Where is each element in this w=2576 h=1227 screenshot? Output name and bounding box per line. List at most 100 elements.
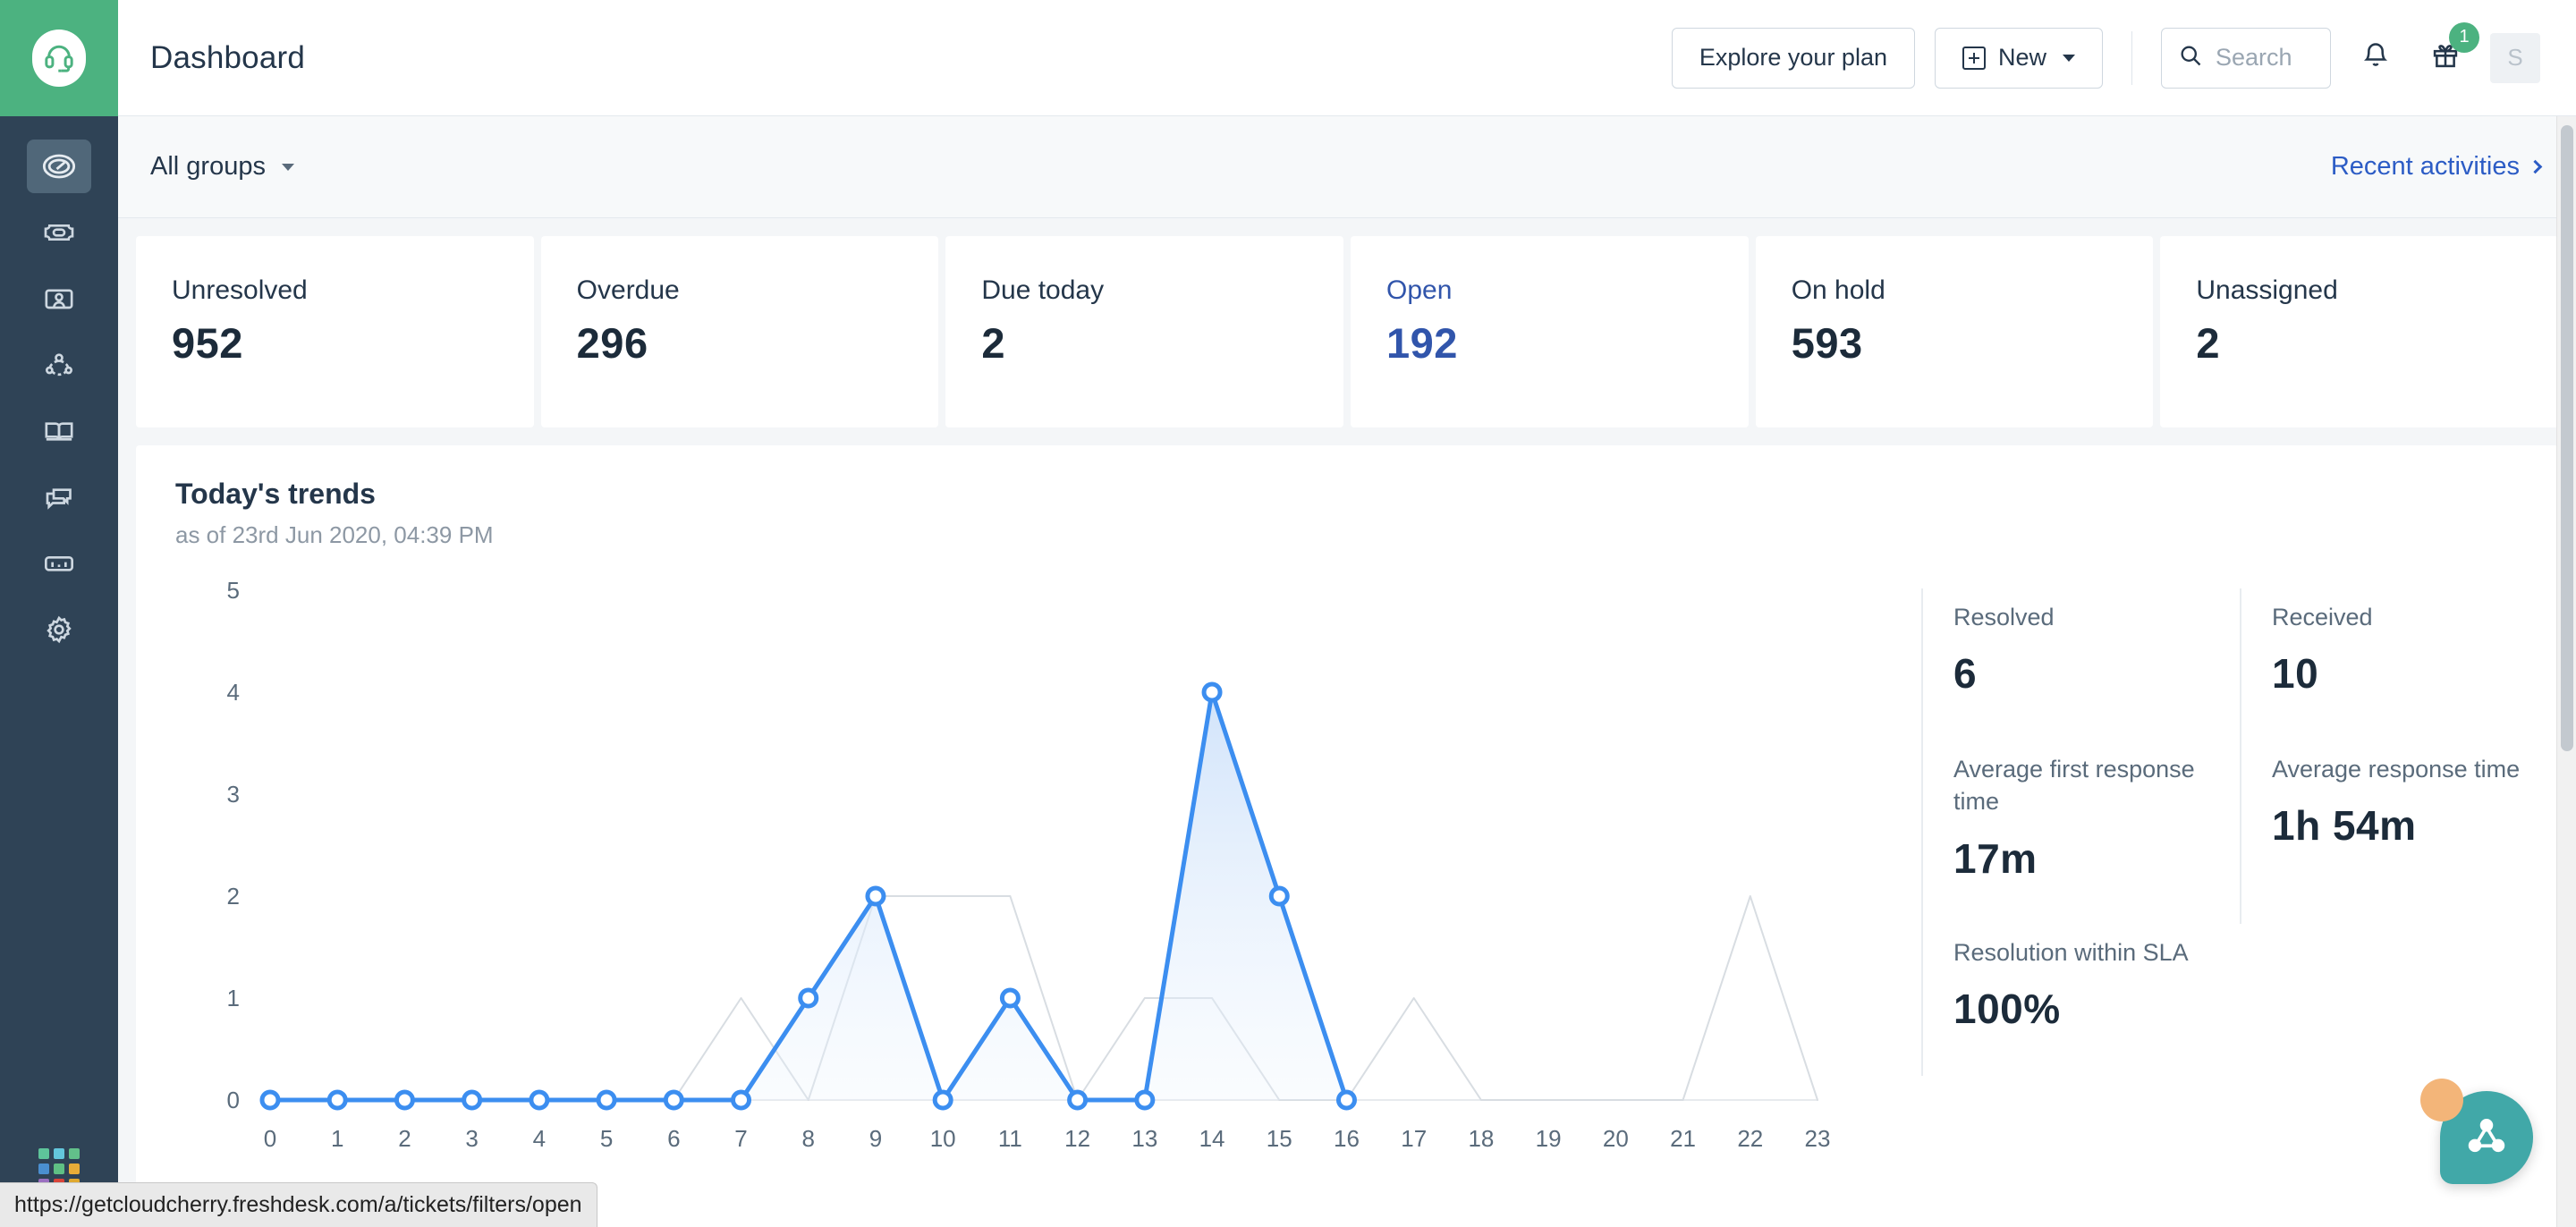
sidebar-item-dashboard[interactable] <box>27 140 91 193</box>
book-icon <box>41 413 77 449</box>
page-title: Dashboard <box>150 39 306 75</box>
recent-activities-link[interactable]: Recent activities <box>2331 152 2543 182</box>
explore-plan-button[interactable]: Explore your plan <box>1671 27 1915 89</box>
groups-filter-dropdown[interactable]: All groups <box>150 152 294 182</box>
sidebar-item-contacts[interactable] <box>27 272 91 326</box>
panel-header: Today's trends as of 23rd Jun 2020, 04:3… <box>136 478 2558 549</box>
chart-data-point[interactable] <box>932 1089 953 1111</box>
chart-x-tick-label: 6 <box>667 1125 680 1152</box>
sidebar-item-solutions[interactable] <box>27 404 91 458</box>
chart-x-tick-label: 18 <box>1468 1125 1494 1152</box>
search-icon <box>2178 43 2203 72</box>
freshworks-help-widget[interactable] <box>2420 1079 2533 1184</box>
chart-data-point[interactable] <box>1335 1089 1357 1111</box>
chart-x-tick-label: 23 <box>1805 1125 1831 1152</box>
stat-card-value: 192 <box>1386 319 1458 367</box>
switcher-cell <box>69 1164 80 1174</box>
metric-placeholder <box>2241 924 2558 1076</box>
freshworks-triangle-icon <box>2463 1113 2510 1164</box>
search-input[interactable] <box>2216 44 2314 72</box>
groups-filter-label: All groups <box>150 152 266 181</box>
browser-status-bar: https://getcloudcherry.freshdesk.com/a/t… <box>0 1182 597 1227</box>
metric-resolution-within-sla: Resolution within SLA 100% <box>1921 923 2241 1076</box>
metric-value: 17m <box>1953 834 2038 882</box>
notifications-button[interactable] <box>2351 33 2401 83</box>
stat-card-value: 296 <box>576 319 648 367</box>
chart-data-point[interactable] <box>798 987 819 1009</box>
stat-card-label: Due today <box>981 275 1105 305</box>
chart-data-point[interactable] <box>394 1089 415 1111</box>
sidebar-item-social[interactable] <box>27 338 91 392</box>
stat-card-on-hold[interactable]: On hold 593 <box>1755 236 2154 427</box>
stat-card-unassigned[interactable]: Unassigned 2 <box>2160 236 2559 427</box>
chart-x-tick-label: 14 <box>1199 1125 1225 1152</box>
trends-chart-svg: 0123450 1 2 3 4 5 6 7 8 9 10 11 12 13 14 15 16 17 18 19 20 21… <box>227 577 1831 1152</box>
chart-data-point[interactable] <box>529 1089 550 1111</box>
stat-card-row: Unresolved 952 Overdue 296 Due today 2 O… <box>118 218 2576 427</box>
gifts-button[interactable]: 1 <box>2420 21 2479 83</box>
widget-notification-badge <box>2420 1079 2463 1121</box>
contact-card-icon <box>41 281 77 317</box>
status-bar-url: https://getcloudcherry.freshdesk.com/a/t… <box>14 1192 582 1217</box>
chart-data-point[interactable] <box>259 1089 281 1111</box>
chart-x-tick-label: 19 <box>1536 1125 1562 1152</box>
metric-label: Received <box>2272 604 2373 630</box>
metric-label: Average first response time <box>1953 756 2195 816</box>
top-bar-actions: Explore your plan New Search 1 S <box>1671 21 2540 89</box>
trends-chart[interactable]: 0 1 2 3 4 5 0 1 2 3 4 5 6 7 8 9 10 11 12 13 14 15 16 17 18 19 20 21… <box>136 572 1894 1227</box>
stat-card-unresolved[interactable]: Unresolved 952 <box>136 236 534 427</box>
avatar[interactable]: S <box>2490 32 2540 83</box>
panel-title: Today's trends <box>175 478 376 510</box>
switcher-cell <box>54 1164 64 1174</box>
metric-label: Resolution within SLA <box>1953 938 2189 966</box>
chart-data-point[interactable] <box>1268 885 1290 907</box>
switcher-cell <box>54 1148 64 1159</box>
chart-data-point[interactable] <box>663 1089 684 1111</box>
chart-data-point[interactable] <box>731 1089 752 1111</box>
search-box[interactable] <box>2161 27 2331 89</box>
chart-data-point[interactable] <box>1201 681 1223 703</box>
page-scrollbar[interactable] <box>2556 116 2576 1227</box>
page-scrollbar-thumb[interactable] <box>2561 125 2573 751</box>
chart-data-point[interactable] <box>596 1089 617 1111</box>
switcher-cell <box>38 1164 49 1174</box>
stat-card-open[interactable]: Open 192 <box>1351 236 1749 427</box>
stat-card-label: Unresolved <box>172 275 308 305</box>
panel-body: 0 1 2 3 4 5 0 1 2 3 4 5 6 7 8 9 10 11 12 13 14 15 16 17 18 19 20 21… <box>136 572 2558 1227</box>
stat-card-value: 2 <box>981 319 1005 367</box>
chart-x-tick-label: 13 <box>1131 1125 1157 1152</box>
chart-data-point[interactable] <box>462 1089 483 1111</box>
chart-x-tick-label: 22 <box>1737 1125 1763 1152</box>
chart-x-tick-label: 15 <box>1267 1125 1292 1152</box>
stat-card-value: 593 <box>1791 319 1863 367</box>
chart-data-point[interactable] <box>1067 1089 1089 1111</box>
metric-label: Average response time <box>2272 756 2521 783</box>
gauge-icon <box>41 148 77 184</box>
stat-card-label: On hold <box>1791 275 1885 305</box>
sidebar-item-reports[interactable] <box>27 537 91 590</box>
sub-bar: All groups Recent activities <box>118 116 2576 218</box>
metric-value: 1h 54m <box>2272 802 2417 850</box>
metric-received: Received 10 <box>2240 588 2558 740</box>
metric-avg-response-time: Average response time 1h 54m <box>2240 740 2558 924</box>
chart-x-tick-label: 2 <box>398 1125 411 1152</box>
app-logo[interactable] <box>0 0 118 116</box>
sidebar-item-admin[interactable] <box>27 603 91 656</box>
stat-card-due-today[interactable]: Due today 2 <box>945 236 1344 427</box>
chart-data-point[interactable] <box>326 1089 348 1111</box>
sidebar-item-forums[interactable] <box>27 470 91 524</box>
todays-trends-panel: Today's trends as of 23rd Jun 2020, 04:3… <box>136 445 2558 1227</box>
switcher-cell <box>69 1148 80 1159</box>
chart-x-tick-label: 5 <box>600 1125 613 1152</box>
chart-y-tick-label: 1 <box>227 985 240 1011</box>
panel-subtitle: as of 23rd Jun 2020, 04:39 PM <box>175 521 494 548</box>
metric-resolved: Resolved 6 <box>1921 588 2240 740</box>
stat-card-value: 2 <box>2196 319 2220 367</box>
chart-data-point[interactable] <box>1134 1089 1156 1111</box>
stat-card-overdue[interactable]: Overdue 296 <box>540 236 939 427</box>
chart-data-point[interactable] <box>999 987 1021 1009</box>
sidebar-item-tickets[interactable] <box>27 206 91 259</box>
chart-data-point[interactable] <box>865 885 886 907</box>
metric-avg-first-response-time: Average first response time 17m <box>1921 740 2240 924</box>
new-button[interactable]: New <box>1934 27 2103 89</box>
